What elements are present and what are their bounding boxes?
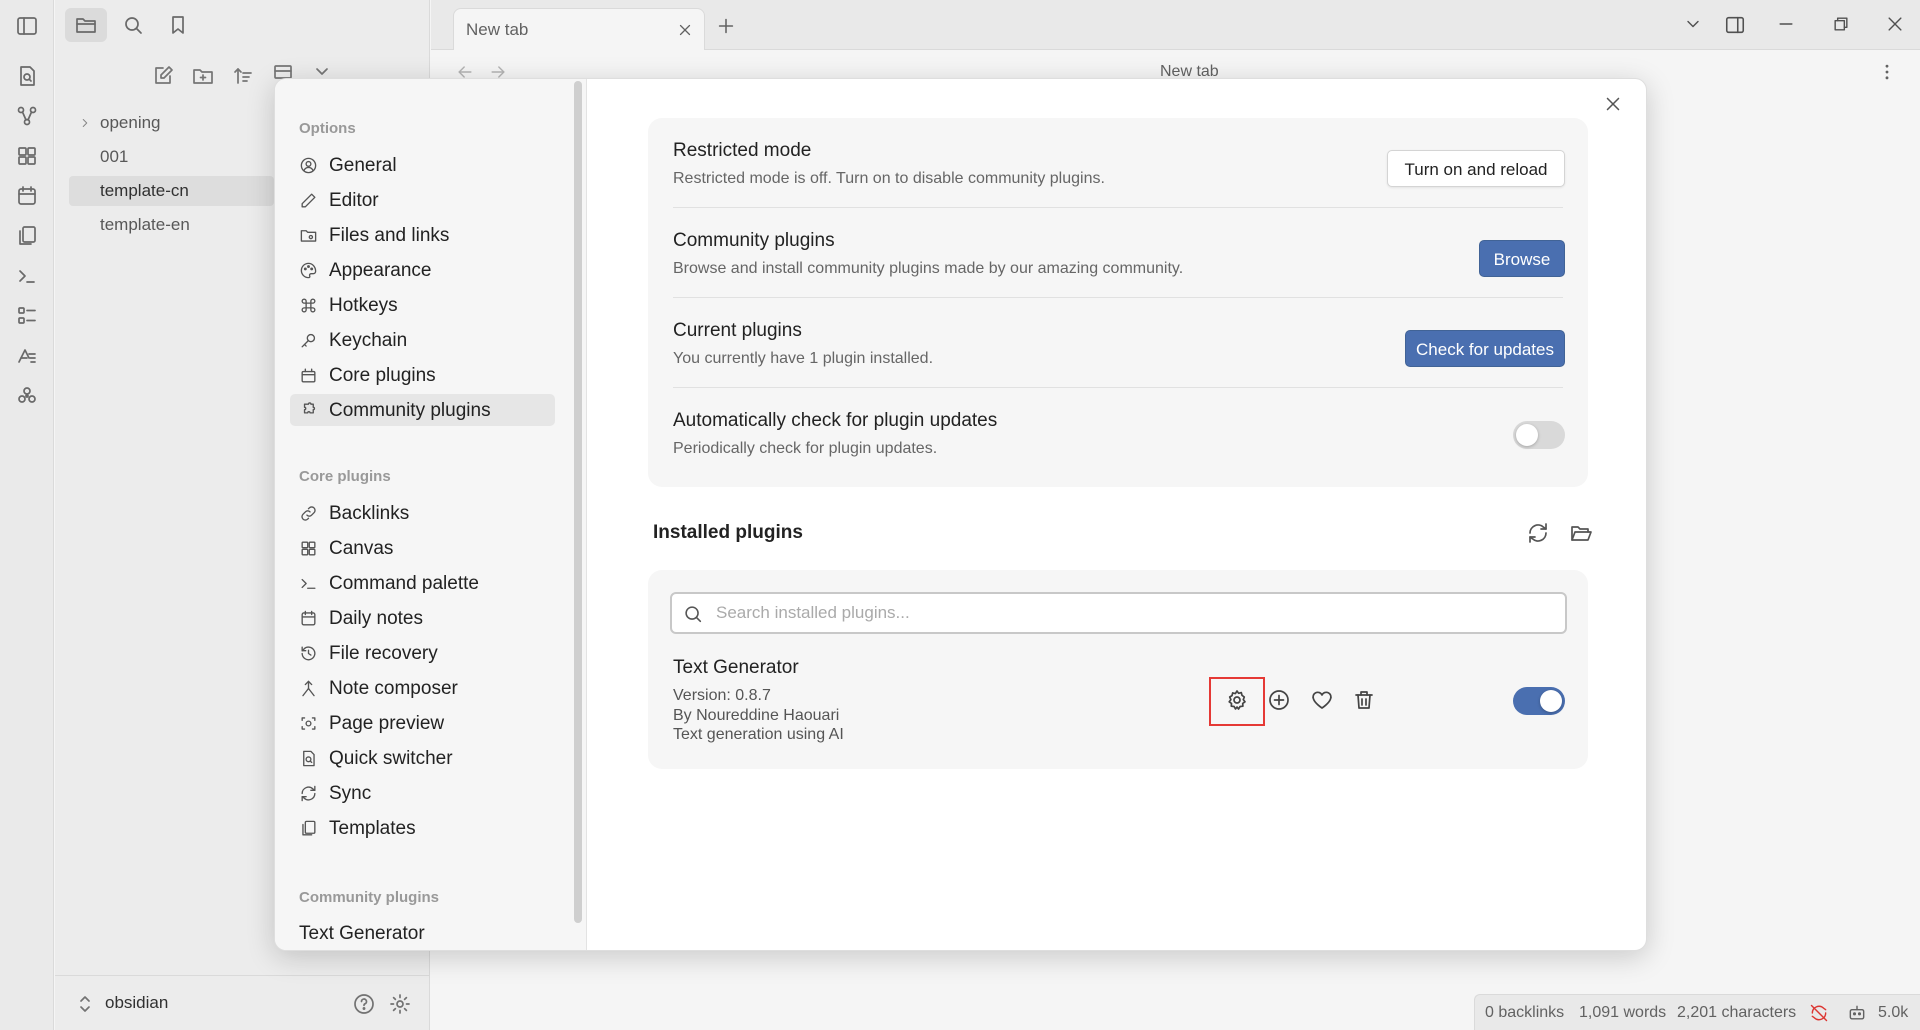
key-icon: [299, 331, 318, 350]
nav-item-keychain[interactable]: Keychain: [290, 324, 555, 356]
nav-item-label: Templates: [329, 818, 416, 839]
user-circle-icon: [299, 156, 318, 175]
nav-item-community-plugins[interactable]: Community plugins: [290, 394, 555, 426]
history-icon: [299, 644, 318, 663]
plugin-name: Text Generator: [673, 657, 799, 678]
setting-name: Current plugins: [673, 320, 802, 341]
nav-item-label: Files and links: [329, 225, 450, 246]
plugin-add-hotkey-icon[interactable]: [1267, 688, 1291, 712]
setting-description: Periodically check for plugin updates.: [673, 440, 938, 457]
setting-auto-check-updates: Automatically check for plugin updates P…: [673, 388, 1565, 478]
nav-item-core-plugins[interactable]: Core plugins: [290, 359, 555, 391]
nav-item-label: Quick switcher: [329, 748, 453, 769]
reload-plugins-icon[interactable]: [1526, 521, 1550, 545]
nav-item-label: Hotkeys: [329, 295, 398, 316]
nav-item-general[interactable]: General: [290, 149, 555, 181]
browse-button[interactable]: Browse: [1479, 240, 1565, 277]
toggle-knob: [1540, 690, 1562, 712]
nav-item-appearance[interactable]: Appearance: [290, 254, 555, 286]
setting-community-plugins: Community plugins Browse and install com…: [673, 208, 1565, 298]
search-icon: [682, 603, 704, 625]
nav-group-core-plugins: Core plugins: [299, 468, 391, 485]
nav-item-label: Page preview: [329, 713, 445, 734]
nav-item-label: Community plugins: [329, 400, 491, 421]
calendar-icon: [299, 609, 318, 628]
setting-name: Community plugins: [673, 230, 835, 251]
setting-description: You currently have 1 plugin installed.: [673, 350, 934, 367]
search-installed-plugins-input[interactable]: [716, 600, 1546, 626]
settings-content: Restricted mode Restricted mode is off. …: [588, 79, 1646, 950]
plugin-description: Text generation using AI: [673, 726, 844, 743]
auto-check-updates-toggle[interactable]: [1513, 421, 1565, 449]
link-icon: [299, 504, 318, 523]
copy-icon: [299, 819, 318, 838]
nav-item-label: Command palette: [329, 573, 479, 594]
nav-item-label: Core plugins: [329, 365, 436, 386]
terminal-icon: [299, 574, 318, 593]
nav-item-text-generator[interactable]: Text Generator: [290, 917, 555, 949]
folder-cog-icon: [299, 226, 318, 245]
nav-item-file-recovery[interactable]: File recovery: [290, 637, 555, 669]
check-for-updates-button[interactable]: Check for updates: [1405, 330, 1565, 367]
nav-item-label: File recovery: [329, 643, 438, 664]
installed-plugins-card: Text Generator Version: 0.8.7 By Nouredd…: [648, 570, 1588, 769]
plugin-settings-gear-icon[interactable]: [1225, 688, 1249, 712]
nav-item-label: Canvas: [329, 538, 394, 559]
nav-item-daily-notes[interactable]: Daily notes: [290, 602, 555, 634]
puzzle-icon: [299, 401, 318, 420]
nav-group-options: Options: [299, 120, 356, 137]
setting-current-plugins: Current plugins You currently have 1 plu…: [673, 298, 1565, 388]
layout-dashboard-icon: [299, 539, 318, 558]
scan-eye-icon: [299, 714, 318, 733]
setting-description: Restricted mode is off. Turn on to disab…: [673, 170, 1105, 187]
nav-item-backlinks[interactable]: Backlinks: [290, 497, 555, 529]
nav-item-page-preview[interactable]: Page preview: [290, 707, 555, 739]
nav-item-label: Editor: [329, 190, 379, 211]
toggle-knob: [1516, 424, 1538, 446]
settings-modal: Options General Editor Files and links A…: [274, 78, 1647, 951]
settings-nav: Options General Editor Files and links A…: [275, 79, 587, 950]
refresh-icon: [299, 784, 318, 803]
nav-item-templates[interactable]: Templates: [290, 812, 555, 844]
nav-item-hotkeys[interactable]: Hotkeys: [290, 289, 555, 321]
plugin-uninstall-trash-icon[interactable]: [1352, 688, 1376, 712]
setting-name: Restricted mode: [673, 140, 812, 161]
nav-item-editor[interactable]: Editor: [290, 184, 555, 216]
command-key-icon: [299, 296, 318, 315]
community-plugins-settings-card: Restricted mode Restricted mode is off. …: [648, 118, 1588, 487]
setting-restricted-mode: Restricted mode Restricted mode is off. …: [673, 118, 1565, 208]
turn-on-and-reload-button[interactable]: Turn on and reload: [1387, 150, 1565, 187]
merge-icon: [299, 679, 318, 698]
nav-item-sync[interactable]: Sync: [290, 777, 555, 809]
nav-item-label: Text Generator: [299, 923, 425, 944]
close-modal-icon[interactable]: [1602, 93, 1624, 115]
settings-nav-scrollbar[interactable]: [574, 81, 582, 923]
setting-description: Browse and install community plugins mad…: [673, 260, 1184, 277]
nav-item-canvas[interactable]: Canvas: [290, 532, 555, 564]
nav-item-files-and-links[interactable]: Files and links: [290, 219, 555, 251]
palette-icon: [299, 261, 318, 280]
open-plugins-folder-icon[interactable]: [1569, 521, 1593, 545]
nav-item-command-palette[interactable]: Command palette: [290, 567, 555, 599]
plugin-search-box[interactable]: [670, 592, 1567, 634]
nav-item-label: Note composer: [329, 678, 458, 699]
pencil-icon: [299, 191, 318, 210]
installed-plugins-heading: Installed plugins: [653, 522, 803, 543]
nav-item-label: Daily notes: [329, 608, 423, 629]
box-icon: [299, 366, 318, 385]
nav-item-note-composer[interactable]: Note composer: [290, 672, 555, 704]
plugin-version: Version: 0.8.7: [673, 687, 771, 704]
file-search-icon: [299, 749, 318, 768]
nav-item-label: Sync: [329, 783, 372, 804]
nav-item-label: Keychain: [329, 330, 408, 351]
nav-item-label: Backlinks: [329, 503, 410, 524]
nav-item-label: General: [329, 155, 397, 176]
setting-name: Automatically check for plugin updates: [673, 410, 998, 431]
plugin-enable-toggle[interactable]: [1513, 687, 1565, 715]
nav-group-community-plugins: Community plugins: [299, 889, 439, 906]
nav-item-label: Appearance: [329, 260, 432, 281]
plugin-author: By Noureddine Haouari: [673, 707, 840, 724]
plugin-donate-heart-icon[interactable]: [1310, 688, 1334, 712]
nav-item-quick-switcher[interactable]: Quick switcher: [290, 742, 555, 774]
